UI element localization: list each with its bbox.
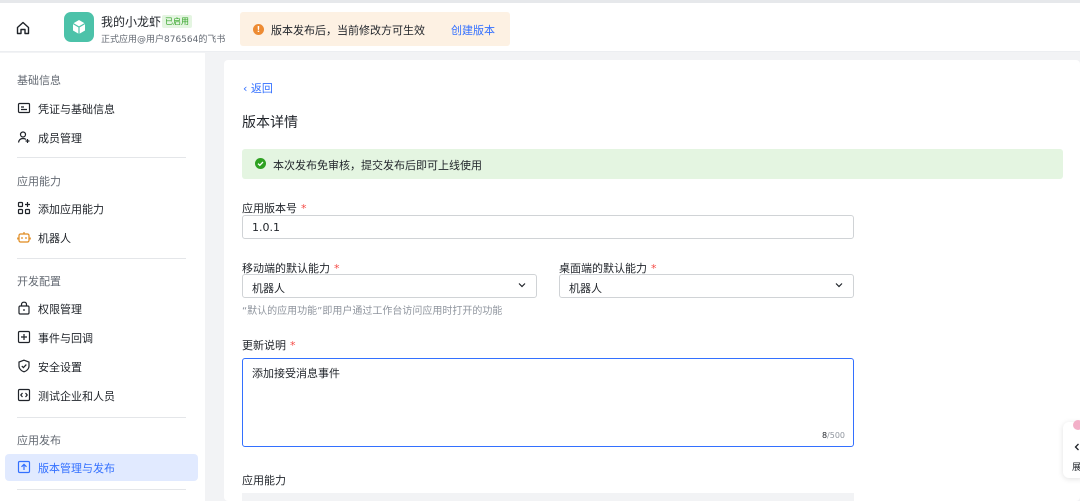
version-label: 应用版本号 * <box>242 202 307 215</box>
success-text: 本次发布免审核，提交发布后即可上线使用 <box>273 159 482 172</box>
release-notice: ! 版本发布后，当前修改方可生效 创建版本 <box>240 12 510 46</box>
chevron-down-icon <box>518 283 526 288</box>
sidebar-item-label: 权限管理 <box>38 303 82 316</box>
sidebar-section-title: 应用发布 <box>17 434 61 447</box>
app-status-badge: 已启用 <box>162 15 192 28</box>
id-card-icon <box>17 101 31 115</box>
sidebar-item-label: 事件与回调 <box>38 332 93 345</box>
release-notes-value: 添加接受消息事件 <box>252 367 340 380</box>
sidebar-item-members[interactable]: 成员管理 <box>5 124 198 151</box>
version-input[interactable]: 1.0.1 <box>242 215 854 239</box>
warning-icon: ! <box>253 24 264 35</box>
sidebar: 基础信息 凭证与基础信息 成员管理 应用能力 添加应用能力 机器人 开发配置 权… <box>0 53 205 501</box>
required-mark: * <box>290 339 296 352</box>
sidebar-item-credentials[interactable]: 凭证与基础信息 <box>5 95 198 122</box>
event-icon <box>17 330 31 344</box>
code-icon <box>17 388 31 402</box>
sidebar-item-label: 安全设置 <box>38 361 82 374</box>
sidebar-section-title: 应用能力 <box>17 175 61 188</box>
apps-add-icon <box>17 201 31 215</box>
notice-text: 版本发布后，当前修改方可生效 <box>271 24 425 37</box>
success-banner: 本次发布免审核，提交发布后即可上线使用 <box>242 149 1063 179</box>
capability-section <box>242 493 854 501</box>
selected-value: 机器人 <box>569 282 602 295</box>
app-subtitle: 正式应用@用户876564的飞书 <box>101 35 226 45</box>
upload-icon <box>17 460 31 474</box>
sidebar-item-label: 测试企业和人员 <box>38 390 115 403</box>
sidebar-item-label: 成员管理 <box>38 132 82 145</box>
user-add-icon <box>17 130 31 144</box>
create-version-link[interactable]: 创建版本 <box>451 22 495 38</box>
app-logo-icon <box>64 12 94 42</box>
divider <box>17 489 186 490</box>
sidebar-item-label: 版本管理与发布 <box>38 462 115 475</box>
sidebar-item-label: 添加应用能力 <box>38 203 104 216</box>
home-icon[interactable] <box>12 17 34 39</box>
expand-label: 展 <box>1072 463 1080 473</box>
robot-icon <box>17 230 31 244</box>
lock-icon <box>17 301 31 315</box>
sidebar-item-add-capability[interactable]: 添加应用能力 <box>5 195 198 222</box>
divider <box>17 157 186 158</box>
chevron-down-icon <box>835 283 843 288</box>
release-notes-textarea[interactable]: 添加接受消息事件 8/500 <box>242 358 854 447</box>
sidebar-item-label: 凭证与基础信息 <box>38 103 115 116</box>
chevron-left-icon: ‹ <box>243 82 248 95</box>
sidebar-item-test-tenants[interactable]: 测试企业和人员 <box>5 382 198 409</box>
mobile-default-select[interactable]: 机器人 <box>242 274 537 298</box>
char-counter: 8/500 <box>821 431 845 440</box>
sidebar-item-label: 机器人 <box>38 232 71 245</box>
version-detail-panel: ‹ 返回 版本详情 本次发布免审核，提交发布后即可上线使用 应用版本号 * 1.0… <box>224 60 1080 501</box>
assistant-avatar-icon <box>1073 420 1080 430</box>
divider <box>17 258 186 259</box>
sidebar-section-title: 基础信息 <box>17 74 61 87</box>
sidebar-item-security[interactable]: 安全设置 <box>5 353 198 380</box>
back-link[interactable]: ‹ 返回 <box>243 80 273 96</box>
divider <box>17 417 186 418</box>
sidebar-item-permissions[interactable]: 权限管理 <box>5 295 198 322</box>
app-name: 我的小龙虾 <box>101 15 162 29</box>
selected-value: 机器人 <box>252 282 285 295</box>
chevron-left-icon <box>1074 443 1079 451</box>
page-title: 版本详情 <box>242 115 298 131</box>
sidebar-item-version-release[interactable]: 版本管理与发布 <box>5 454 198 481</box>
default-capability-hint: “默认的应用功能”即用户通过工作台访问应用时打开的功能 <box>242 306 503 317</box>
sidebar-item-events[interactable]: 事件与回调 <box>5 324 198 351</box>
required-mark: * <box>301 202 307 215</box>
sidebar-section-title: 开发配置 <box>17 275 61 288</box>
capability-section-label: 应用能力 <box>242 474 286 487</box>
desktop-default-select[interactable]: 机器人 <box>559 274 854 298</box>
top-bar: 我的小龙虾 已启用 正式应用@用户876564的飞书 ! 版本发布后，当前修改方… <box>0 0 1080 52</box>
release-notes-label: 更新说明 * <box>242 339 296 352</box>
sidebar-item-robot[interactable]: 机器人 <box>5 224 198 251</box>
floating-assistant-tab[interactable]: 展 <box>1063 420 1080 478</box>
check-circle-icon <box>255 158 266 169</box>
shield-icon <box>17 359 31 373</box>
back-label: 返回 <box>250 82 273 95</box>
